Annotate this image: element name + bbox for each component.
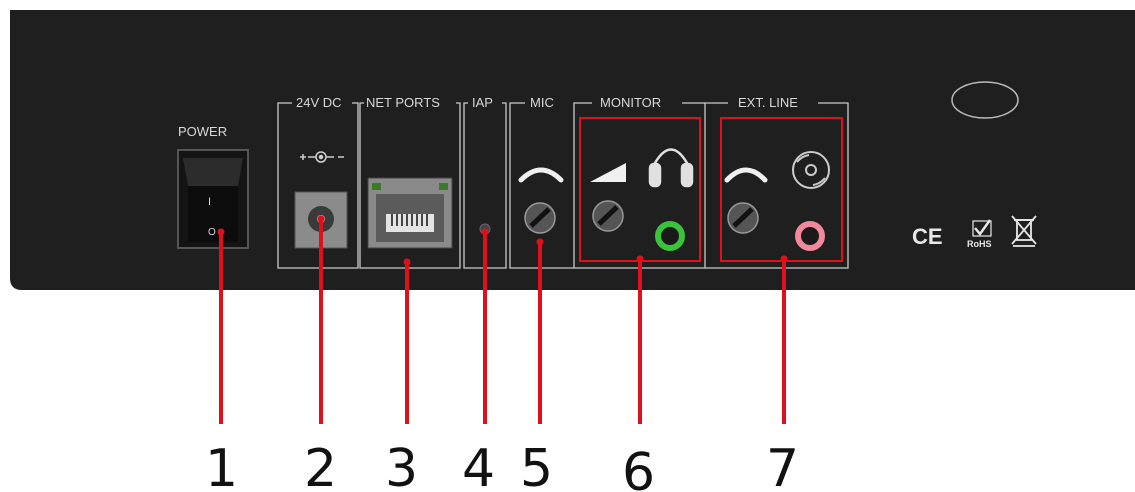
callout-number-2: 2 [304, 439, 337, 492]
svg-text:RoHS: RoHS [967, 239, 992, 249]
callout-number-7: 7 [766, 439, 799, 492]
ext-line-jack[interactable] [795, 221, 825, 251]
mic-gain-knob[interactable] [524, 202, 556, 234]
callout-number-5: 5 [520, 439, 553, 492]
dc-label: 24V DC [296, 95, 342, 110]
switch-on-mark: I [208, 196, 211, 208]
callout-number-1: 1 [205, 439, 238, 492]
switch-off-mark: O [208, 227, 216, 238]
monitor-headphone-jack[interactable] [655, 221, 685, 251]
monitor-volume-knob[interactable] [592, 200, 624, 232]
callout-number-4: 4 [462, 439, 495, 492]
callout-number-3: 3 [385, 439, 418, 492]
ext-line-gain-knob[interactable] [727, 202, 759, 234]
power-switch-icon[interactable]: I O [177, 149, 249, 249]
mic-label: MIC [530, 95, 554, 110]
callout-number-6: 6 [622, 443, 655, 492]
rear-panel-diagram: POWER I O 24V DC NET PORTS IAP MIC MONIT… [10, 10, 1135, 492]
ce-mark-icon: CE [912, 224, 943, 249]
monitor-label: MONITOR [600, 95, 661, 110]
power-label: POWER [178, 124, 227, 139]
net-ports-label: NET PORTS [366, 95, 440, 110]
iap-label: IAP [472, 95, 493, 110]
ext-line-label: EXT. LINE [738, 95, 798, 110]
rj45-port-icon[interactable] [367, 177, 453, 249]
